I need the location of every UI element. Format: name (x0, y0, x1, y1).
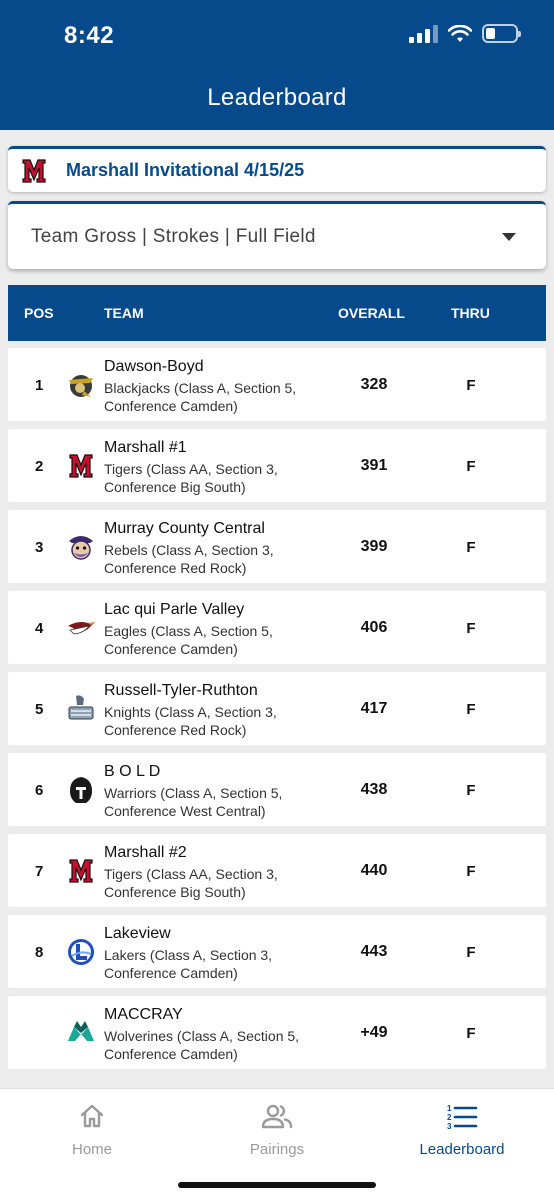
status-icons (409, 24, 521, 43)
team-detail: Rebels (Class A, Section 3, Conference R… (104, 542, 274, 576)
team-detail: Tigers (Class AA, Section 3, Conference … (104, 866, 278, 900)
table-row[interactable]: 7 Marshall #2 Tigers (Class AA, Section … (8, 834, 546, 907)
wifi-icon (448, 24, 472, 42)
table-row[interactable]: 2 Marshall #1 Tigers (Class AA, Section … (8, 429, 546, 502)
marshall-m-logo-icon (69, 859, 93, 883)
team-detail: Blackjacks (Class A, Section 5, Conferen… (104, 380, 297, 414)
overall-score: 406 (360, 619, 388, 636)
overall-score: +49 (360, 1024, 388, 1041)
leaderboard-filter-dropdown[interactable]: Team Gross | Strokes | Full Field (8, 201, 546, 269)
column-header-thru: THRU (451, 305, 490, 321)
column-header-overall: OVERALL (338, 305, 405, 321)
home-indicator[interactable] (178, 1182, 376, 1188)
overall-score: 328 (360, 376, 388, 393)
page-title: Leaderboard (207, 84, 347, 111)
row-position: 4 (35, 620, 44, 637)
cellular-signal-icon (409, 24, 438, 43)
thru-status: F (466, 1025, 476, 1042)
wolverines-logo-icon (68, 1021, 94, 1041)
team-detail: Tigers (Class AA, Section 3, Conference … (104, 461, 278, 495)
svg-text:2: 2 (447, 1113, 452, 1122)
svg-text:1: 1 (447, 1104, 452, 1113)
team-name: Dawson-Boyd (104, 358, 204, 375)
tab-home[interactable]: Home (0, 1101, 184, 1158)
row-position: 5 (35, 701, 44, 718)
table-row[interactable]: 6 B O L D Warriors (Class A, Section 5, … (8, 753, 546, 826)
overall-score: 417 (360, 700, 388, 717)
home-icon (80, 1104, 104, 1128)
table-header: POS TEAM OVERALL THRU (8, 285, 546, 341)
thru-status: F (466, 620, 476, 637)
warriors-logo-icon (70, 777, 92, 803)
overall-score: 440 (360, 862, 388, 879)
row-position: 1 (35, 377, 44, 394)
tab-leaderboard-label: Leaderboard (419, 1141, 505, 1158)
battery-icon (482, 24, 521, 43)
marshall-m-logo-icon (22, 158, 46, 183)
thru-status: F (466, 782, 476, 799)
team-name: Russell-Tyler-Ruthton (104, 682, 258, 699)
thru-status: F (466, 458, 476, 475)
thru-status: F (466, 701, 476, 718)
svg-text:3: 3 (447, 1122, 452, 1130)
team-detail: Warriors (Class A, Section 5, Conference… (104, 785, 283, 819)
team-name: Marshall #1 (104, 439, 187, 456)
tab-leaderboard[interactable]: 1 2 3 Leaderboard (370, 1101, 554, 1158)
team-name: MACCRAY (104, 1006, 183, 1023)
table-row[interactable]: 1 Dawson-Boyd Blackjacks (Class A, Secti… (8, 348, 546, 421)
team-name: Marshall #2 (104, 844, 187, 861)
team-detail: Wolverines (Class A, Section 5, Conferen… (104, 1028, 300, 1062)
row-position: 7 (35, 863, 44, 880)
overall-score: 399 (360, 538, 388, 555)
app-header: 8:42 Leaderboard (0, 0, 554, 130)
thru-status: F (466, 863, 476, 880)
overall-score: 438 (360, 781, 388, 798)
table-row[interactable]: 3 Murray County Central Rebels (Class A,… (8, 510, 546, 583)
overall-score: 391 (360, 457, 388, 474)
lakers-logo-icon (68, 939, 94, 965)
blackjacks-logo-icon (69, 375, 93, 397)
column-header-pos: POS (24, 305, 54, 321)
eagles-logo-icon (68, 622, 95, 635)
thru-status: F (466, 539, 476, 556)
tab-home-label: Home (71, 1141, 112, 1158)
chevron-down-icon (502, 232, 516, 241)
overall-score: 443 (360, 943, 388, 960)
column-header-team: TEAM (104, 305, 144, 321)
team-detail: Lakers (Class A, Section 3, Conference C… (104, 947, 273, 981)
team-name: Murray County Central (104, 520, 265, 537)
row-position: 3 (35, 539, 44, 556)
status-time: 8:42 (64, 22, 115, 49)
team-name: Lakeview (104, 925, 171, 942)
row-position: 2 (35, 458, 44, 475)
tab-pairings-label: Pairings (249, 1141, 305, 1158)
team-name: B O L D (104, 763, 161, 780)
row-position: 6 (35, 782, 44, 799)
team-detail: Knights (Class A, Section 3, Conference … (104, 704, 277, 738)
table-row[interactable]: 4 Lac qui Parle Valley Eagles (Class A, … (8, 591, 546, 664)
team-name: Lac qui Parle Valley (104, 601, 245, 618)
thru-status: F (466, 944, 476, 961)
row-position: 8 (35, 944, 44, 961)
knights-logo-icon (68, 695, 94, 720)
filter-selected-value: Team Gross | Strokes | Full Field (31, 225, 316, 247)
people-icon (261, 1104, 293, 1129)
thru-status: F (466, 377, 476, 394)
event-card[interactable]: Marshall Invitational 4/15/25 (8, 146, 546, 192)
tab-pairings[interactable]: Pairings (185, 1101, 369, 1158)
rebels-logo-icon (69, 536, 93, 560)
numbered-list-icon: 1 2 3 (447, 1104, 478, 1130)
table-row[interactable]: 8 Lakeview Lakers (Class A, Section 3, C… (8, 915, 546, 988)
table-row[interactable]: 5 Russell-Tyler-Ruthton Knights (Class A… (8, 672, 546, 745)
table-row[interactable]: MACCRAY Wolverines (Class A, Section 5, … (8, 996, 546, 1069)
team-detail: Eagles (Class A, Section 5, Conference C… (104, 623, 273, 657)
event-title: Marshall Invitational 4/15/25 (66, 160, 305, 180)
marshall-m-logo-icon (69, 454, 93, 478)
